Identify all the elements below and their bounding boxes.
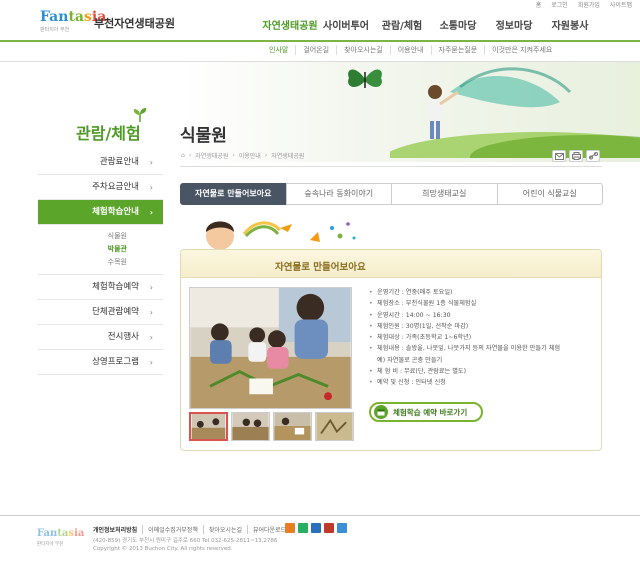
nav-park[interactable]: 자연생태공원 bbox=[262, 17, 318, 32]
utility-login[interactable]: 로그인 bbox=[551, 0, 568, 9]
subnav-guide[interactable]: 이용안내 bbox=[391, 45, 432, 55]
calendar-icon bbox=[374, 405, 388, 419]
utility-join[interactable]: 회원가입 bbox=[578, 0, 600, 9]
program-header bbox=[181, 250, 601, 278]
program-info: 운영기간 : 연중(매주 토요일) 체험장소 : 부천식물원 1층 식물체험실 … bbox=[369, 287, 597, 389]
sidebar-item-screening[interactable]: 상영프로그램 › bbox=[38, 350, 163, 375]
chevron-right-icon: › bbox=[149, 158, 153, 167]
banner-illustration bbox=[206, 221, 356, 250]
chevron-right-icon: › bbox=[149, 358, 153, 367]
excel-viewer-icon[interactable] bbox=[298, 523, 308, 533]
footer-logo: Fantasia 판타지아 부천 bbox=[37, 528, 85, 548]
info-apply: 예약 및 신청 : 인터넷 신청 bbox=[369, 377, 597, 389]
sprout-icon bbox=[133, 108, 147, 122]
subnav-history[interactable]: 걸어온길 bbox=[296, 45, 338, 55]
sidebar-sub-botanical[interactable]: 식물원 bbox=[38, 230, 127, 243]
breadcrumb-item[interactable]: 자연생태공원 bbox=[271, 151, 304, 160]
viewer-icon[interactable] bbox=[337, 523, 347, 533]
viewer-icons bbox=[285, 523, 347, 533]
info-content: 체험내용 : 솔방울, 나뭇잎, 나뭇가지 등의 자연물을 이용한 만들기 체험 bbox=[369, 343, 597, 355]
sidebar-submenu: 식물원 박물관 수목원 bbox=[38, 225, 163, 275]
program-tabs: 자연물로 만들어보아요 숲속나라 동화이야기 희망생태교실 어린이 식물교실 bbox=[180, 183, 603, 205]
chevron-right-icon: › bbox=[149, 208, 153, 217]
program-title: 자연물로 만들어보아요 bbox=[275, 262, 366, 273]
nav-community[interactable]: 소통마당 bbox=[430, 17, 486, 32]
sidebar-item-group-reservation[interactable]: 단체관람예약 › bbox=[38, 300, 163, 325]
footer-privacy[interactable]: 개인정보처리방침 bbox=[93, 525, 144, 534]
reserve-button-label: 체험학습 예약 바로가기 bbox=[393, 407, 468, 417]
print-button[interactable] bbox=[569, 150, 583, 162]
tab-hope-ecology[interactable]: 희망생태교실 bbox=[391, 183, 498, 205]
thumbnail-4[interactable] bbox=[315, 412, 354, 441]
page-tools bbox=[552, 150, 600, 162]
subnav-faq[interactable]: 자주묻는질문 bbox=[432, 45, 486, 55]
tab-nature-craft[interactable]: 자연물로 만들어보아요 bbox=[180, 183, 287, 205]
nav-cyber-tour[interactable]: 사이버투어 bbox=[318, 17, 374, 32]
subnav-directions[interactable]: 찾아오시는길 bbox=[337, 45, 391, 55]
reserve-experience-button[interactable]: 체험학습 예약 바로가기 bbox=[369, 402, 483, 422]
thumbnail-3[interactable] bbox=[273, 412, 312, 441]
chevron-right-icon: › bbox=[149, 333, 153, 342]
site-name[interactable]: 부천자연생태공원 bbox=[94, 15, 175, 31]
utility-sitemap[interactable]: 사이트맵 bbox=[610, 0, 632, 9]
breadcrumb: ⌂ › 자연생태공원 › 이용안내 › 자연생태공원 bbox=[181, 151, 305, 160]
nav-divider bbox=[0, 40, 640, 42]
title-divider bbox=[180, 166, 602, 167]
share-button[interactable] bbox=[586, 150, 600, 162]
info-period: 운영기간 : 연중(매주 토요일) bbox=[369, 287, 597, 299]
sidebar-menu: 관람료안내 › 주차요금안내 › 체험학습안내 › 식물원 박물관 수목원 체험학습예… bbox=[38, 150, 163, 375]
hero-image bbox=[390, 67, 640, 158]
sidebar-title: 관람/체험 bbox=[76, 124, 141, 143]
hwp-viewer-icon[interactable] bbox=[285, 523, 295, 533]
info-target: 체험대상 : 가족(초등학교 1~6학년) bbox=[369, 332, 597, 344]
footer-email-policy[interactable]: 이메일수집거부정책 bbox=[143, 525, 204, 534]
chevron-right-icon: › bbox=[149, 183, 153, 192]
info-location: 체험장소 : 부천식물원 1층 식물체험실 bbox=[369, 298, 597, 310]
print-icon bbox=[571, 152, 581, 160]
info-fee: 체 험 비 : 무료(단, 관람료는 별도) bbox=[369, 366, 597, 378]
email-icon bbox=[554, 152, 564, 160]
nav-info[interactable]: 정보마당 bbox=[486, 17, 542, 32]
butterfly-icon bbox=[348, 69, 382, 88]
footer-links: 개인정보처리방침 이메일수집거부정책 찾아오시는길 뷰어다운로드 bbox=[93, 525, 291, 534]
footer-address: (420-859) 경기도 부천시 원미구 길주로 660 Tel.032-62… bbox=[93, 538, 278, 552]
sidebar-item-experience-reservation[interactable]: 체험학습예약 › bbox=[38, 275, 163, 300]
tab-forest-story[interactable]: 숲속나라 동화이야기 bbox=[285, 183, 392, 205]
sidebar-item-admission[interactable]: 관람료안내 › bbox=[38, 150, 163, 175]
sidebar-item-exhibition[interactable]: 전시행사 › bbox=[38, 325, 163, 350]
sidebar-item-experience[interactable]: 체험학습안내 › bbox=[38, 200, 163, 225]
sidebar-item-parking[interactable]: 주차요금안내 › bbox=[38, 175, 163, 200]
email-button[interactable] bbox=[552, 150, 566, 162]
footer-directions[interactable]: 찾아오시는길 bbox=[204, 525, 248, 534]
footer-divider bbox=[0, 515, 640, 516]
nav-volunteer[interactable]: 자원봉사 bbox=[542, 17, 598, 32]
chevron-right-icon: › bbox=[149, 283, 153, 292]
photo-thumbnails bbox=[189, 412, 354, 441]
nav-visit[interactable]: 관람/체험 bbox=[374, 17, 430, 32]
link-icon bbox=[588, 152, 598, 160]
info-example: 예) 자연물로 곤충 만들기 bbox=[377, 356, 443, 364]
program-photo bbox=[189, 287, 352, 409]
main-nav: 자연생태공원 사이버투어 관람/체험 소통마당 정보마당 자원봉사 bbox=[262, 17, 598, 32]
sub-nav: 인사말 걸어온길 찾아오시는길 이용안내 자주묻는질문 이것만은 지켜주세요 bbox=[262, 45, 559, 55]
thumbnail-1[interactable] bbox=[189, 412, 228, 441]
subnav-greeting[interactable]: 인사말 bbox=[262, 45, 297, 55]
breadcrumb-item[interactable]: 이용안내 bbox=[239, 151, 261, 160]
pdf-viewer-icon[interactable] bbox=[324, 523, 334, 533]
footer-copyright: Copyright © 2013 Buchon City. All rights… bbox=[93, 546, 233, 552]
home-icon[interactable]: ⌂ bbox=[181, 152, 185, 159]
utility-nav: 홈 로그인 회원가입 사이트맵 bbox=[536, 0, 632, 9]
info-hours: 운영시간 : 14:00 ~ 16:30 bbox=[369, 310, 597, 322]
chevron-right-icon: › bbox=[149, 308, 153, 317]
subnav-rules[interactable]: 이것만은 지켜주세요 bbox=[485, 45, 559, 55]
page-title: 식물원 bbox=[180, 126, 227, 146]
word-viewer-icon[interactable] bbox=[311, 523, 321, 533]
thumbnail-2[interactable] bbox=[231, 412, 270, 441]
utility-home[interactable]: 홈 bbox=[536, 0, 542, 9]
sidebar-sub-arboretum[interactable]: 수목원 bbox=[38, 256, 127, 269]
breadcrumb-item[interactable]: 자연생태공원 bbox=[195, 151, 228, 160]
tab-kids-plant[interactable]: 어린이 식물교실 bbox=[496, 183, 603, 205]
info-capacity: 체험인원 : 30명(1일, 선착순 마감) bbox=[369, 321, 597, 333]
sidebar-sub-museum[interactable]: 박물관 bbox=[38, 243, 127, 256]
